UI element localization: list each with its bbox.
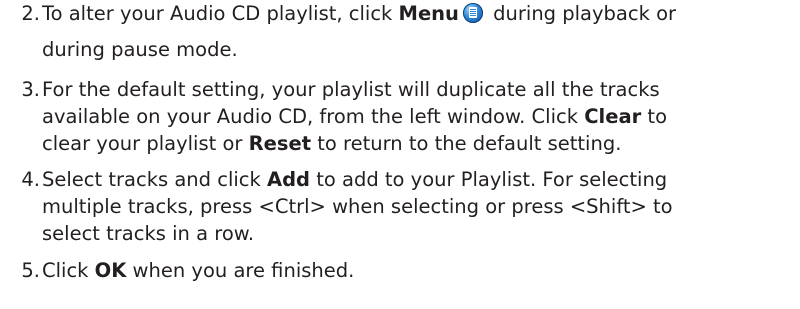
step-number: 5.	[21, 259, 40, 282]
text-span: available on your Audio CD, from the lef…	[42, 105, 585, 128]
text-span: select tracks in a row.	[42, 222, 255, 245]
instruction-list: 2. To alter your Audio CD playlist, clic…	[0, 0, 800, 309]
step-number: 2.	[21, 2, 40, 25]
text-span: Click	[42, 259, 95, 282]
text-span: during pause mode.	[42, 38, 238, 61]
text-span: to add to your Playlist. For selecting	[310, 168, 668, 191]
step-text-line: multiple tracks, press <Ctrl> when selec…	[42, 195, 673, 218]
text-span: to	[641, 105, 667, 128]
bold-term-add: Add	[267, 168, 311, 191]
text-span: To alter your Audio CD playlist, click	[42, 2, 399, 25]
text-span: multiple tracks, press <Ctrl> when selec…	[42, 195, 673, 218]
text-span: to return to the default setting.	[311, 132, 622, 155]
step-text-line: clear your playlist or Reset to return t…	[42, 132, 621, 155]
bold-term-menu: Menu	[398, 2, 459, 25]
step-text-line: Click OK when you are finished.	[42, 259, 354, 282]
text-span: Select tracks and click	[42, 168, 267, 191]
step-text-line: Select tracks and click Add to add to yo…	[42, 168, 667, 191]
step-text-line: For the default setting, your playlist w…	[42, 78, 660, 101]
bold-term-ok: OK	[94, 259, 127, 282]
bold-term-clear: Clear	[584, 105, 642, 128]
step-text-line: select tracks in a row.	[42, 222, 254, 245]
step-text-line: To alter your Audio CD playlist, click M…	[42, 2, 676, 25]
menu-icon	[462, 3, 483, 23]
text-span: clear your playlist or	[42, 132, 249, 155]
step-number: 3.	[21, 78, 40, 101]
step-text-line: during pause mode.	[42, 38, 238, 61]
step-text-line: available on your Audio CD, from the lef…	[42, 105, 667, 128]
bold-term-reset: Reset	[248, 132, 312, 155]
step-number: 4.	[21, 168, 40, 191]
text-span: during playback or	[486, 2, 677, 25]
text-span: For the default setting, your playlist w…	[42, 78, 660, 101]
text-span: when you are finished.	[126, 259, 355, 282]
